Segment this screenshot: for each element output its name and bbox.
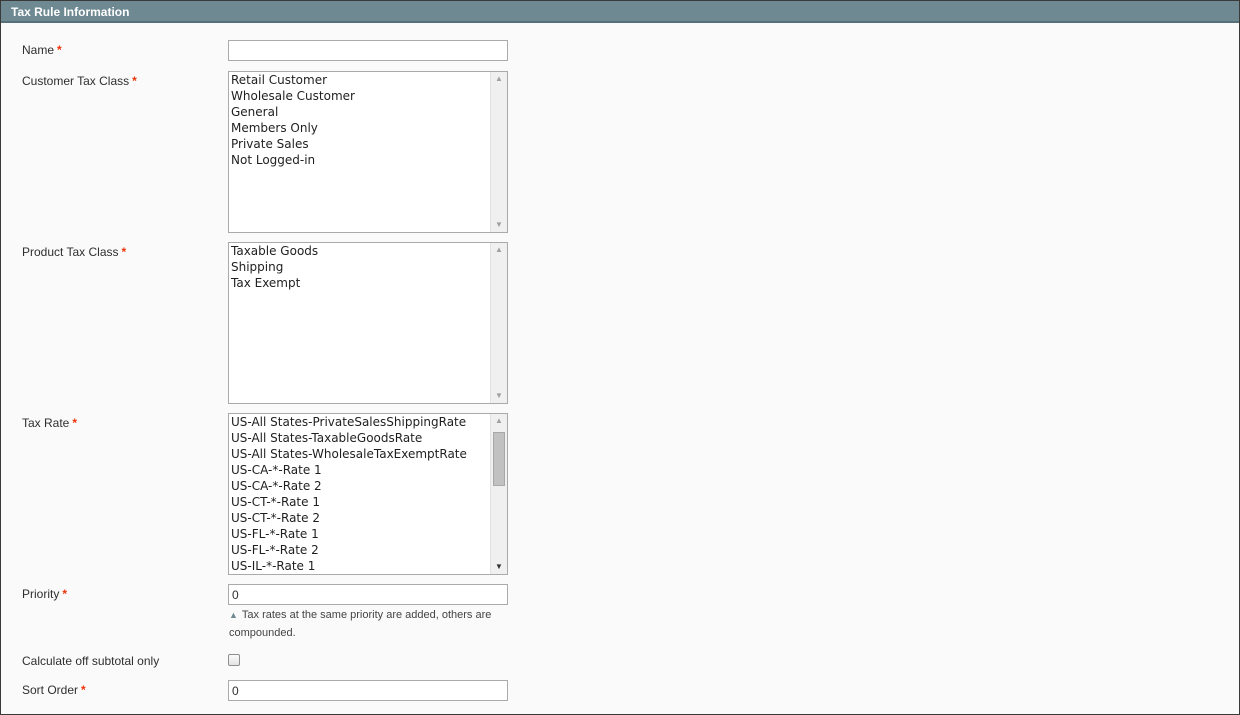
priority-label: Priority *	[22, 587, 68, 601]
tax-rate-option[interactable]: US-All States-WholesaleTaxExemptRate	[231, 446, 489, 462]
scroll-up-arrow-icon[interactable]: ▲	[491, 414, 507, 428]
sort-order-label: Sort Order *	[22, 683, 86, 697]
tax-rate-scrollbar[interactable]: ▲ ▼	[490, 414, 507, 574]
tax-rate-options: US-All States-PrivateSalesShippingRate US…	[231, 414, 489, 574]
priority-note: ▲ Tax rates at the same priority are adde…	[229, 609, 492, 639]
required-marker: *	[121, 245, 127, 259]
product-tax-class-options: Taxable Goods Shipping Tax Exempt	[231, 243, 489, 291]
scroll-down-arrow-icon[interactable]: ▼	[491, 560, 507, 574]
required-marker: *	[132, 74, 137, 88]
section-header: Tax Rule Information	[1, 1, 1239, 23]
customer-tax-class-scrollbar[interactable]: ▲ ▼	[490, 72, 507, 232]
customer-tax-class-option[interactable]: Retail Customer	[231, 72, 489, 88]
product-tax-class-option[interactable]: Shipping	[231, 259, 489, 275]
scroll-up-arrow-icon[interactable]: ▲	[491, 243, 507, 257]
scroll-down-arrow-icon[interactable]: ▼	[491, 389, 507, 403]
tax-rate-option[interactable]: US-FL-*-Rate 1	[231, 526, 489, 542]
tax-rate-select[interactable]: US-All States-PrivateSalesShippingRate US…	[228, 413, 508, 575]
customer-tax-class-option[interactable]: General	[231, 104, 489, 120]
tax-rate-label: Tax Rate *	[22, 416, 78, 430]
product-tax-class-scrollbar[interactable]: ▲ ▼	[490, 243, 507, 403]
tax-rate-option[interactable]: US-All States-PrivateSalesShippingRate	[231, 414, 489, 430]
tax-rate-option[interactable]: US-All States-TaxableGoodsRate	[231, 430, 489, 446]
tax-rate-option[interactable]: US-CT-*-Rate 1	[231, 494, 489, 510]
customer-tax-class-select[interactable]: Retail Customer Wholesale Customer General…	[228, 71, 508, 233]
product-tax-class-label: Product Tax Class *	[22, 245, 127, 259]
tax-rate-option[interactable]: US-CA-*-Rate 1	[231, 462, 489, 478]
name-label: Name *	[22, 43, 62, 57]
customer-tax-class-label: Customer Tax Class *	[22, 74, 137, 88]
tax-rule-panel: Tax Rule Information Name * Customer Tax …	[0, 0, 1240, 715]
sort-order-input[interactable]	[228, 680, 508, 701]
product-tax-class-option[interactable]: Taxable Goods	[231, 243, 489, 259]
calculate-subtotal-label: Calculate off subtotal only	[22, 654, 160, 668]
tax-rate-option[interactable]: US-CA-*-Rate 2	[231, 478, 489, 494]
required-marker: *	[57, 43, 62, 57]
scroll-up-arrow-icon[interactable]: ▲	[491, 72, 507, 86]
customer-tax-class-option[interactable]: Members Only	[231, 120, 489, 136]
required-marker: *	[72, 416, 78, 430]
tax-rate-option[interactable]: US-FL-*-Rate 2	[231, 542, 489, 558]
tax-rate-option[interactable]: US-CT-*-Rate 2	[231, 510, 489, 526]
scrollbar-thumb[interactable]	[493, 432, 505, 486]
customer-tax-class-options: Retail Customer Wholesale Customer General…	[231, 72, 489, 168]
product-tax-class-select[interactable]: Taxable Goods Shipping Tax Exempt ▲ ▼	[228, 242, 508, 404]
tax-rate-option[interactable]: US-IL-*-Rate 1	[231, 558, 489, 574]
priority-input[interactable]	[228, 584, 508, 605]
customer-tax-class-option[interactable]: Not Logged-in	[231, 152, 489, 168]
scroll-down-arrow-icon[interactable]: ▼	[491, 218, 507, 232]
required-marker: *	[62, 587, 68, 601]
triangle-up-icon: ▲	[229, 610, 238, 620]
customer-tax-class-option[interactable]: Wholesale Customer	[231, 88, 489, 104]
product-tax-class-option[interactable]: Tax Exempt	[231, 275, 489, 291]
calculate-subtotal-checkbox[interactable]	[228, 654, 240, 666]
required-marker: *	[81, 683, 86, 697]
customer-tax-class-option[interactable]: Private Sales	[231, 136, 489, 152]
name-input[interactable]	[228, 40, 508, 61]
